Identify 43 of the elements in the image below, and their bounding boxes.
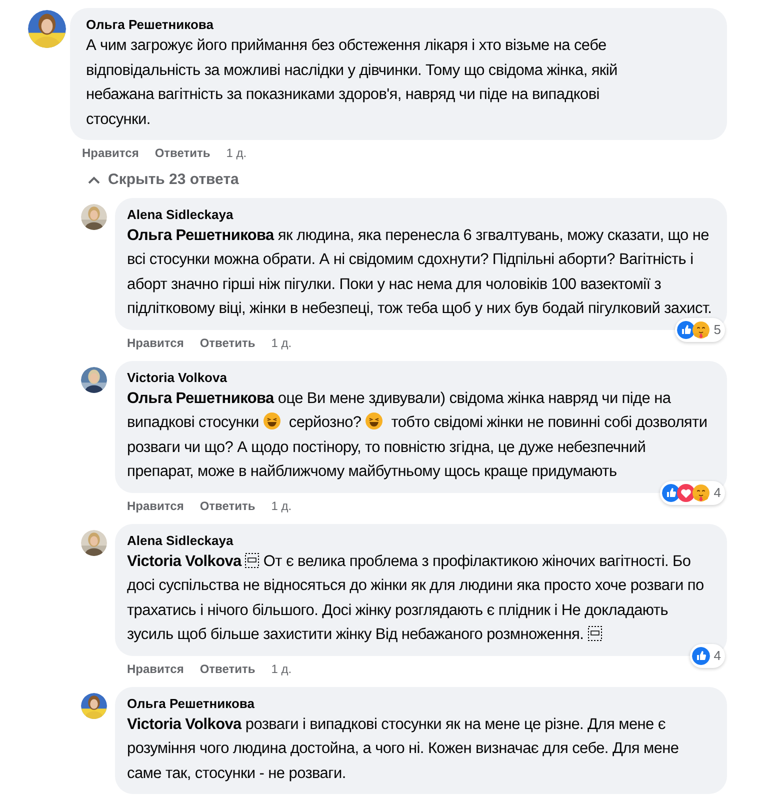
comment-text: Victoria Volkova От є велика проблема з профілактикою жіночих вагітності. Бо досі суспільства не відносяться до жінки як для людини яка просто хоче розваги по трахатись і нічого більшого. Досі жінку розглядають є плідник і Не докладають зусиль щоб більше захистити жінку Від небажаного розмноження. [127,552,705,645]
timestamp[interactable]: 1 д. [271,660,292,676]
object-placeholder-icon [245,552,260,568]
comment-text: А чим загрожує його приймання без обстеження лікаря і хто візьме на себе відповідальність за можливі наслідки у дівчинки. Тому що свідома жінка, якій небажана вагітність за показниками здоров'я, навряд чи піде на випадкові стосунки. [86,36,618,130]
chevron-up-icon [88,176,100,184]
action-link[interactable]: Ответить [200,660,256,676]
mention-link[interactable]: Ольга Решетникова [127,390,274,406]
laughing-face-icon [262,412,281,430]
author-name[interactable]: Ольга Решетникова [86,16,214,34]
mention-link[interactable]: Ольга Решетникова [127,226,274,244]
timestamp[interactable]: 1 д. [226,145,247,161]
action-link[interactable]: Нравится [127,334,184,350]
comment-text: Ольга Решетникова як людина, яка перенесла 6 згвалтувань, можу сказати, що не всі стосунки можна обрати. А ні свідомим сдохнути? Підпільні аборти? Вагітність і аборт значно гірші ніж пігулки. Поки у нас нема для чоловіків 100 вазектомії з підлітковому віці, жінки в небезпеці, тож теба щоб у них був бодай пігулковий захист. [127,226,713,319]
author-name[interactable]: Ольга Решетникова [127,694,254,712]
thumbs-up-icon [676,320,695,339]
hugging-face-icon [692,320,710,339]
reaction-badge[interactable]: 4 [660,481,725,504]
action-link[interactable]: Нравится [127,660,184,676]
reaction-badge[interactable]: 4 [690,644,725,668]
hugging-face-icon [692,484,710,502]
action-link[interactable]: Ответить [200,498,256,514]
reaction-count: 4 [714,484,721,502]
laughing-face-icon [365,412,384,430]
reaction-count: 5 [714,321,721,339]
action-link[interactable]: Ответить [154,145,210,161]
author-name[interactable]: Alena Sidleckaya [127,532,234,550]
hide-replies-link[interactable]: Скрыть 23 ответа [28,165,239,198]
timestamp[interactable]: 1 д. [271,498,292,514]
thumbs-up-icon [662,484,680,502]
action-link[interactable]: Нравится [127,498,184,514]
timestamp[interactable]: 1 д. [271,334,292,350]
action-link[interactable]: Нравится [82,145,139,161]
reaction-count: 4 [714,647,721,665]
object-placeholder-icon [588,626,602,641]
comment-text: Ольга Решетникова оце Ви мене здивували) свідома жінка навряд чи піде на випадкові стосунки серйозно? тобто свідомі жінки не повинні собі дозволяти розваги чи що? А щодо постінору, то повністю згідна, це дуже небезпечний препарат, може в найближчому майбутньому щось краще придумають [127,388,708,482]
thumbs-up-icon [692,646,710,665]
mention-link[interactable]: Victoria Volkova [127,716,242,732]
author-name[interactable]: Victoria Volkova [127,368,227,386]
comment-text: Victoria Volkova розваги і випадкові стосунки як на мене це різне. Для мене є розуміння чого людина достойна, а чого ні. Кожен визначає для себе. Для мене саме так, стосунки - не розваги. [127,714,680,784]
author-name[interactable]: Alena Sidleckaya [127,206,234,224]
action-link[interactable]: Ответить [200,334,256,350]
mention-link[interactable]: Victoria Volkova [127,552,242,570]
reaction-badge[interactable]: 5 [674,318,725,342]
